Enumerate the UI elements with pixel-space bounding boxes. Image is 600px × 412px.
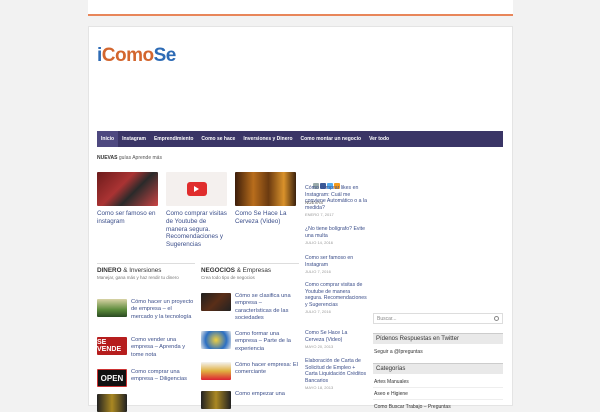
- post-title[interactable]: Como empezar una: [235, 391, 299, 398]
- youtube-play-icon: [186, 182, 207, 196]
- recent-post[interactable]: Cómo comprar likes en Instagram: Cuál me…: [305, 185, 367, 217]
- recent-post-date: JULIO 7, 2016: [305, 269, 331, 275]
- featured-post[interactable]: Como Se Hace La Cerveza (Video): [235, 172, 296, 226]
- recent-post[interactable]: Elaboración de Carta de Solicitud de Emp…: [305, 358, 367, 390]
- featured-caption[interactable]: Como ser famoso en instagram: [97, 210, 158, 226]
- search-placeholder: Buscar...: [377, 316, 397, 322]
- nav-emprendimiento[interactable]: Emprendimiento: [150, 131, 197, 147]
- logo-part-se: Se: [153, 45, 177, 66]
- post-title[interactable]: Como formar una empresa – Parte de la ex…: [235, 331, 299, 353]
- post-thumbnail[interactable]: [201, 331, 231, 349]
- post-title[interactable]: Cómo se clasifica una empresa – caracter…: [235, 293, 299, 322]
- post-thumbnail[interactable]: [201, 362, 231, 380]
- category-link[interactable]: Como Buscar Trabajo – Preguntas: [374, 404, 451, 410]
- post-thumbnail[interactable]: OPEN: [97, 369, 127, 387]
- nav-ver-todo[interactable]: Ver todo: [365, 131, 393, 147]
- divider: [373, 387, 503, 388]
- top-bar: [88, 0, 513, 16]
- section-title-bold: NEGOCIOS: [201, 267, 235, 274]
- page-container: iComoSe Inicio Instagram Emprendimiento …: [88, 26, 513, 412]
- recent-post-date: MAYO 20, 2013: [305, 344, 334, 350]
- post-thumbnail[interactable]: [97, 394, 127, 412]
- logo-part-como: Como: [101, 45, 154, 66]
- site-logo[interactable]: iComoSe: [97, 45, 176, 67]
- recent-post[interactable]: Como comprar visitas de Youtube de maner…: [305, 282, 367, 314]
- featured-post[interactable]: Como comprar visitas de Youtube de maner…: [166, 172, 227, 249]
- recent-post-date: ENERO 7, 2017: [305, 212, 334, 218]
- recent-post-title[interactable]: Como Se Hace La Cerveza (Video): [305, 330, 367, 343]
- section-dinero: DINERO & Inversiones Manejar, gana más y…: [97, 263, 195, 280]
- section-subtitle: Manejar, gana más y haz rendir tu dinero: [97, 275, 179, 280]
- news-text: guías Aprende más: [118, 155, 162, 161]
- nav-instagram[interactable]: Instagram: [118, 131, 150, 147]
- section-title-rest: & Inversiones: [121, 267, 162, 274]
- post-title[interactable]: Cómo hacer empresa: El comerciante: [235, 362, 299, 377]
- recent-post[interactable]: Como ser famoso en Instagram JULIO 7, 20…: [305, 255, 367, 274]
- section-title-rest: & Empresas: [234, 267, 271, 274]
- nav-inicio[interactable]: Inicio: [97, 131, 119, 147]
- section-title-bold: DINERO: [97, 267, 122, 274]
- nav-como-se-hace[interactable]: Como se hace: [197, 131, 239, 147]
- post-title[interactable]: Cómo hacer un proyecto de empresa – el m…: [131, 299, 195, 321]
- featured-caption[interactable]: Como comprar visitas de Youtube de maner…: [166, 210, 227, 249]
- post-thumbnail[interactable]: [201, 293, 231, 311]
- featured-caption[interactable]: Como Se Hace La Cerveza (Video): [235, 210, 296, 226]
- recent-post-date: JULIO 7, 2016: [305, 309, 331, 315]
- section-title[interactable]: DINERO & Inversiones: [97, 263, 195, 274]
- post-thumbnail[interactable]: [201, 391, 231, 409]
- recent-post-title[interactable]: Como comprar visitas de Youtube de maner…: [305, 282, 367, 308]
- category-link[interactable]: Aseo e Higiene: [374, 391, 408, 397]
- recent-post-title[interactable]: Cómo comprar likes en Instagram: Cuál me…: [305, 185, 367, 211]
- featured-image[interactable]: [235, 172, 296, 206]
- recent-post-title[interactable]: ¿No tiene bolígrafo? Evite una multa: [305, 226, 367, 239]
- twitter-follow-link[interactable]: Seguir a @Ipreguntas: [374, 349, 423, 355]
- recent-post[interactable]: Como Se Hace La Cerveza (Video) MAYO 20,…: [305, 330, 367, 349]
- section-title[interactable]: NEGOCIOS & Empresas: [201, 263, 299, 274]
- post-title[interactable]: Como comprar una empresa – Diligencias: [131, 369, 195, 384]
- recent-post-date: MAYO 18, 2013: [305, 385, 334, 391]
- widget-title: Pídenos Respuestas en Twitter: [373, 333, 503, 344]
- recent-post-date: JULIO 14, 2016: [305, 240, 334, 246]
- post-title[interactable]: Como vender una empresa – Aprenda y tome…: [131, 337, 195, 359]
- nav-montar-negocio[interactable]: Como montar un negocio: [297, 131, 366, 147]
- recent-post[interactable]: ¿No tiene bolígrafo? Evite una multa JUL…: [305, 226, 367, 245]
- featured-image[interactable]: [97, 172, 158, 206]
- category-link[interactable]: Artes Manuales: [374, 379, 409, 385]
- news-label: NUEVAS: [97, 155, 118, 161]
- section-subtitle: Crea todo tipo de negocios: [201, 275, 255, 280]
- recent-post-title[interactable]: Como ser famoso en Instagram: [305, 255, 367, 268]
- recent-post-title[interactable]: Elaboración de Carta de Solicitud de Emp…: [305, 358, 367, 384]
- nav-inversiones[interactable]: Inversiones y Dinero: [239, 131, 296, 147]
- main-nav: Inicio Instagram Emprendimiento Como se …: [97, 131, 503, 147]
- featured-post[interactable]: Como ser famoso en instagram: [97, 172, 158, 226]
- search-input[interactable]: Buscar...: [373, 313, 503, 324]
- section-negocios: NEGOCIOS & Empresas Crea todo tipo de ne…: [201, 263, 299, 280]
- search-icon[interactable]: [494, 316, 499, 321]
- news-ticker: NUEVAS guías Aprende más: [97, 155, 162, 161]
- post-thumbnail[interactable]: SE VENDE: [97, 337, 127, 355]
- featured-image[interactable]: [166, 172, 227, 206]
- post-thumbnail[interactable]: [97, 299, 127, 317]
- widget-title: Categorías: [373, 363, 503, 374]
